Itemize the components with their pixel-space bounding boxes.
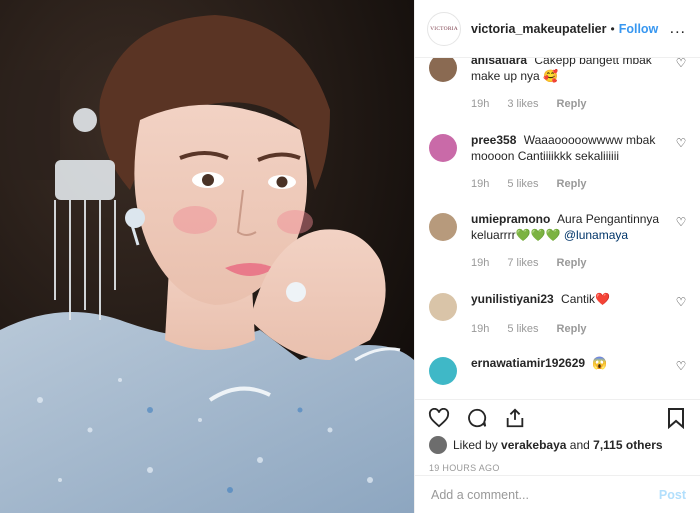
comment-time[interactable]: 19h <box>471 321 489 337</box>
header-separator: • <box>610 21 615 36</box>
like-comment-heart-icon[interactable]: ♡ <box>674 136 688 192</box>
like-comment-heart-icon[interactable]: ♡ <box>674 215 688 271</box>
commenter-avatar[interactable] <box>429 293 457 321</box>
comment-username[interactable]: yunilistiyani23 <box>471 292 554 306</box>
comment-text: 😱 <box>592 356 608 370</box>
comment-item: ernawatiamir192629 😱 ♡ <box>429 355 688 385</box>
instagram-post: VICTORIA victoria_makeupatelier • Follow… <box>0 0 700 513</box>
comment-likes[interactable]: 5 likes <box>507 321 538 337</box>
liker-username[interactable]: verakebaya <box>501 438 566 452</box>
like-comment-heart-icon[interactable]: ♡ <box>674 359 688 385</box>
bookmark-icon[interactable] <box>664 406 688 430</box>
post-actions-bar <box>415 399 700 435</box>
likes-summary: Liked by verakebaya and 7,115 others <box>415 435 700 455</box>
comment-item: pree358 Waaaooooowwww mbak moooon Cantii… <box>429 132 688 192</box>
comment-time[interactable]: 19h <box>471 96 489 112</box>
heart-icon[interactable] <box>427 406 451 430</box>
post-header: VICTORIA victoria_makeupatelier • Follow… <box>415 0 700 58</box>
likes-and: and <box>569 438 590 452</box>
post-photo[interactable] <box>0 0 414 513</box>
account-avatar[interactable]: VICTORIA <box>427 11 461 46</box>
post-comment-button[interactable]: Post <box>659 488 686 502</box>
comment-mention[interactable]: @lunamaya <box>564 228 628 242</box>
comment-icon[interactable] <box>465 406 489 430</box>
comment-username[interactable]: umiepramono <box>471 212 550 226</box>
likes-others-link[interactable]: 7,115 others <box>593 438 662 452</box>
like-comment-heart-icon[interactable]: ♡ <box>674 58 688 112</box>
reply-button[interactable]: Reply <box>557 176 587 192</box>
like-comment-heart-icon[interactable]: ♡ <box>674 295 688 337</box>
comment-time[interactable]: 19h <box>471 176 489 192</box>
comment-likes[interactable]: 7 likes <box>507 255 538 271</box>
share-icon[interactable] <box>503 406 527 430</box>
reply-button[interactable]: Reply <box>557 255 587 271</box>
comment-item: umiepramono Aura Pengantinnya keluarrrr💚… <box>429 211 688 271</box>
reply-button[interactable]: Reply <box>557 321 587 337</box>
avatar-logo-text: VICTORIA <box>430 25 458 32</box>
account-username[interactable]: victoria_makeupatelier <box>471 22 607 36</box>
comment-username[interactable]: ernawatiamir192629 <box>471 356 585 370</box>
commenter-avatar[interactable] <box>429 134 457 162</box>
comment-item: yunilistiyani23 Cantik❤️ 19h 5 likes Rep… <box>429 291 688 337</box>
bride-portrait-image <box>0 0 414 513</box>
commenter-avatar[interactable] <box>429 213 457 241</box>
more-options-icon[interactable]: ... <box>670 20 686 38</box>
comment-username[interactable]: pree358 <box>471 133 516 147</box>
comments-list[interactable]: anisatiara Cakepp bangett mbak make up n… <box>415 58 700 399</box>
commenter-avatar[interactable] <box>429 357 457 385</box>
comment-item: anisatiara Cakepp bangett mbak make up n… <box>429 58 688 112</box>
add-comment-input[interactable] <box>429 486 659 503</box>
comment-text: Cantik❤️ <box>561 292 611 306</box>
add-comment-bar: Post <box>415 475 700 513</box>
post-sidebar: VICTORIA victoria_makeupatelier • Follow… <box>414 0 700 513</box>
reply-button[interactable]: Reply <box>557 96 587 112</box>
post-timestamp[interactable]: 19 HOURS AGO <box>415 455 700 475</box>
liker-avatar[interactable] <box>429 436 447 454</box>
commenter-avatar[interactable] <box>429 58 457 82</box>
comment-likes[interactable]: 3 likes <box>507 96 538 112</box>
likes-prefix: Liked by <box>453 438 498 452</box>
comment-username[interactable]: anisatiara <box>471 58 527 67</box>
comment-time[interactable]: 19h <box>471 255 489 271</box>
follow-button[interactable]: Follow <box>619 22 659 36</box>
comment-likes[interactable]: 5 likes <box>507 176 538 192</box>
